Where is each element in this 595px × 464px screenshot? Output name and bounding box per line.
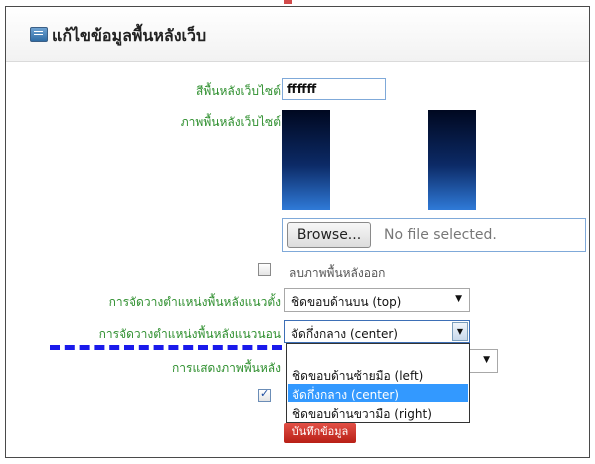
dropdown-option-left[interactable]: ชิดขอบด้านซ้ายมือ (left) — [288, 365, 468, 383]
display-bg-checkbox[interactable] — [258, 387, 271, 402]
remove-bg-label: ลบภาพพื้นหลังออก — [289, 266, 386, 280]
horizontal-position-value: จัดกึ่งกลาง (center) — [291, 327, 398, 341]
preview-gradient-bar-right — [428, 110, 476, 210]
browse-button[interactable]: Browse... — [287, 222, 371, 248]
vertical-position-select[interactable]: ชิดขอบด้านบน (top) ▼ — [284, 288, 470, 312]
chevron-down-icon: ▼ — [455, 294, 462, 304]
dropdown-option-right[interactable]: ชิดขอบด้านขวามือ (right) — [288, 403, 468, 421]
chevron-down-icon: ▼ — [483, 355, 490, 365]
file-upload-field: Browse... No file selected. — [282, 218, 586, 252]
remove-bg-checkbox[interactable] — [258, 263, 271, 276]
chevron-down-icon[interactable]: ▼ — [452, 322, 468, 341]
annotation-dashed-underline — [50, 345, 282, 350]
horizontal-position-dropdown: ชิดขอบด้านซ้ายมือ (left) จัดกึ่งกลาง (ce… — [286, 343, 470, 423]
vertical-position-value: ชิดขอบด้านบน (top) — [291, 295, 402, 309]
bg-image-preview — [282, 110, 476, 210]
panel-title: แก้ไขข้อมูลพื้นหลังเว็บ — [52, 26, 207, 45]
bg-color-label: สีพื้นหลังเว็บไซต์ — [196, 84, 281, 98]
bg-color-input[interactable]: ffffff — [282, 78, 386, 100]
dropdown-option-center[interactable]: จัดกึ่งกลาง (center) — [288, 384, 468, 402]
top-edge-mark — [284, 0, 292, 4]
bg-image-label: ภาพพื้นหลังเว็บไซต์ — [180, 115, 281, 129]
file-status-text: No file selected. — [384, 227, 497, 243]
display-bg-label: การแสดงภาพพื้นหลัง — [172, 361, 281, 375]
horizontal-position-select[interactable]: จัดกึ่งกลาง (center) ▼ — [284, 320, 470, 343]
save-button[interactable]: บันทึกข้อมูล — [284, 423, 356, 443]
preview-gradient-bar-left — [282, 110, 330, 210]
panel-header: แก้ไขข้อมูลพื้นหลังเว็บ — [6, 7, 589, 62]
display-bg-select[interactable]: ▼ — [470, 349, 498, 373]
vertical-position-label: การจัดวางตำแหน่งพื้นหลังแนวตั้ง — [108, 295, 281, 309]
monitor-icon — [30, 27, 48, 42]
horizontal-position-label: การจัดวางตำแหน่งพื้นหลังแนวนอน — [98, 327, 281, 341]
